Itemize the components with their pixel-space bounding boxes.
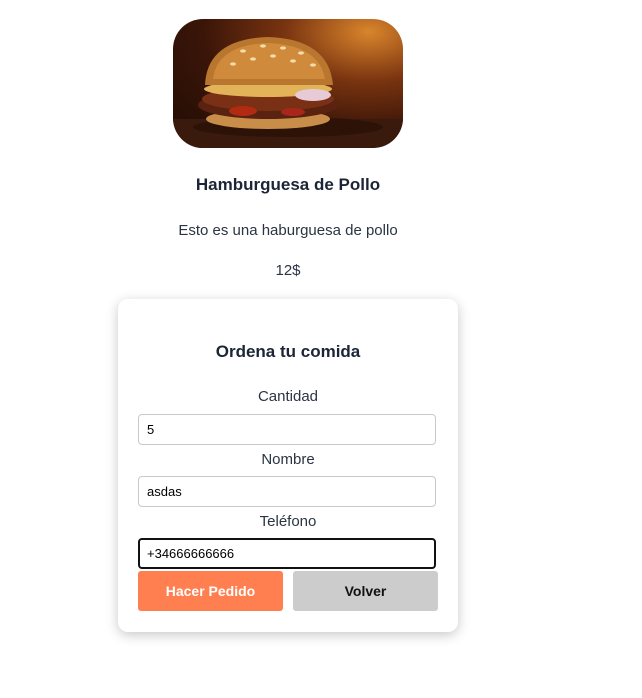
phone-label: Teléfono [259,513,317,530]
product-description: Esto es una haburguesa de pollo [178,222,398,239]
order-form-title: Ordena tu comida [215,342,361,361]
order-form-card: Ordena tu comida Cantidad Nombre Teléfon… [118,299,458,632]
name-input[interactable] [138,476,436,507]
product-price: 12$ [275,262,301,279]
page: Hamburguesa de Pollo Esto es una haburgu… [0,0,642,698]
place-order-button[interactable]: Hacer Pedido [138,571,283,611]
product-image [173,19,403,148]
product-title: Hamburguesa de Pollo [195,175,381,194]
name-label: Nombre [261,451,315,468]
phone-input[interactable] [138,538,436,569]
quantity-label: Cantidad [257,388,319,405]
back-button[interactable]: Volver [293,571,438,611]
quantity-input[interactable] [138,414,436,445]
